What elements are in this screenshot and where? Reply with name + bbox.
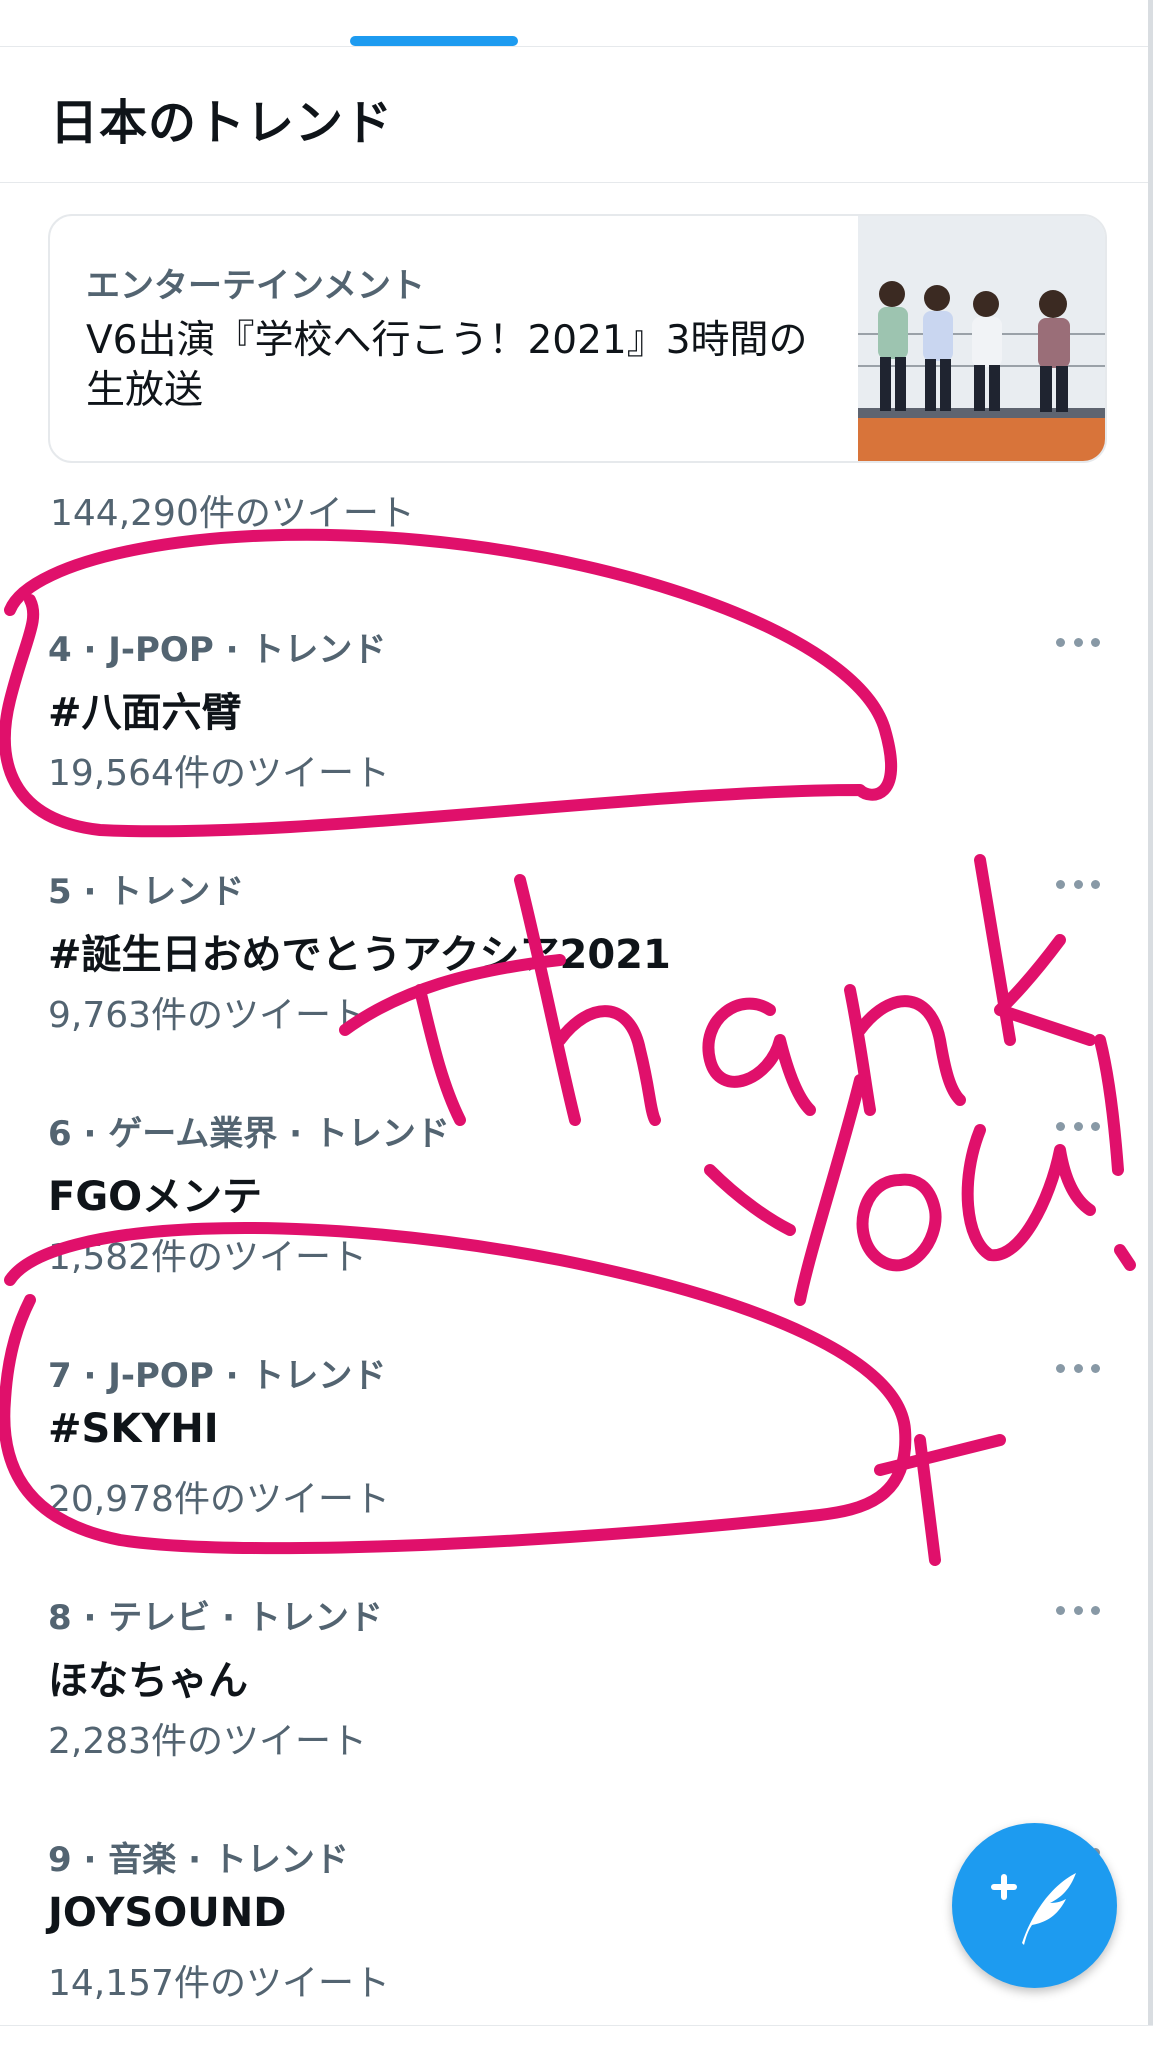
trend-tweet-count: 14,157件のツイート bbox=[48, 1963, 390, 2004]
compose-tweet-button[interactable] bbox=[952, 1823, 1117, 1988]
trend-tweet-count: 9,763件のツイート bbox=[48, 995, 368, 1036]
trend-name: ほなちゃん bbox=[48, 1658, 248, 1704]
trend-item[interactable]: 5 · トレンド #誕生日おめでとうアクシア2021 9,763件のツイート bbox=[0, 842, 1148, 1084]
trend-meta: 4 · J-POP · トレンド bbox=[48, 630, 387, 670]
page-header: 日本のトレンド bbox=[0, 47, 1153, 183]
news-tweet-count: 144,290件のツイート bbox=[50, 493, 415, 534]
more-options-icon[interactable] bbox=[1056, 878, 1100, 890]
trend-name: #八面六臂 bbox=[48, 690, 242, 736]
trend-meta: 7 · J-POP · トレンド bbox=[48, 1356, 387, 1396]
more-options-icon[interactable] bbox=[1056, 636, 1100, 648]
tab-bar bbox=[0, 0, 1153, 47]
trend-meta: 9 · 音楽 · トレンド bbox=[48, 1840, 349, 1880]
trend-tweet-count: 19,564件のツイート bbox=[48, 753, 390, 794]
trend-item[interactable]: 7 · J-POP · トレンド #SKYHI 20,978件のツイート bbox=[0, 1326, 1148, 1568]
trend-name: JOYSOUND bbox=[48, 1890, 287, 1936]
news-headline: V6出演『学校へ行こう！2021』3時間の生放送 bbox=[86, 318, 808, 413]
trend-item[interactable]: 8 · テレビ · トレンド ほなちゃん 2,283件のツイート bbox=[0, 1568, 1148, 1810]
trend-item[interactable]: 6 · ゲーム業界 · トレンド FGOメンテ 1,582件のツイート bbox=[0, 1084, 1148, 1326]
trend-meta: 5 · トレンド bbox=[48, 872, 245, 912]
bottom-bar bbox=[0, 2025, 1153, 2049]
scrollbar-edge bbox=[1148, 0, 1153, 2048]
trend-tweet-count: 20,978件のツイート bbox=[48, 1479, 390, 1520]
more-options-icon[interactable] bbox=[1056, 1604, 1100, 1616]
trend-meta: 8 · テレビ · トレンド bbox=[48, 1598, 383, 1638]
trend-item[interactable]: 4 · J-POP · トレンド #八面六臂 19,564件のツイート bbox=[0, 600, 1148, 842]
page-title: 日本のトレンド bbox=[50, 95, 394, 151]
news-thumbnail[interactable] bbox=[858, 216, 1105, 461]
trend-meta: 6 · ゲーム業界 · トレンド bbox=[48, 1114, 450, 1154]
active-tab-indicator bbox=[350, 36, 518, 46]
trend-name: #SKYHI bbox=[48, 1406, 219, 1452]
trend-name: FGOメンテ bbox=[48, 1174, 263, 1220]
more-options-icon[interactable] bbox=[1056, 1362, 1100, 1374]
trend-name: #誕生日おめでとうアクシア2021 bbox=[48, 932, 671, 978]
more-options-icon[interactable] bbox=[1056, 1120, 1100, 1132]
trend-tweet-count: 2,283件のツイート bbox=[48, 1721, 368, 1762]
trend-tweet-count: 1,582件のツイート bbox=[48, 1237, 368, 1278]
news-category: エンターテインメント bbox=[86, 266, 425, 306]
compose-tweet-icon bbox=[991, 1873, 1076, 1945]
news-card[interactable]: エンターテインメント V6出演『学校へ行こう！2021』3時間の生放送 bbox=[48, 214, 1107, 463]
